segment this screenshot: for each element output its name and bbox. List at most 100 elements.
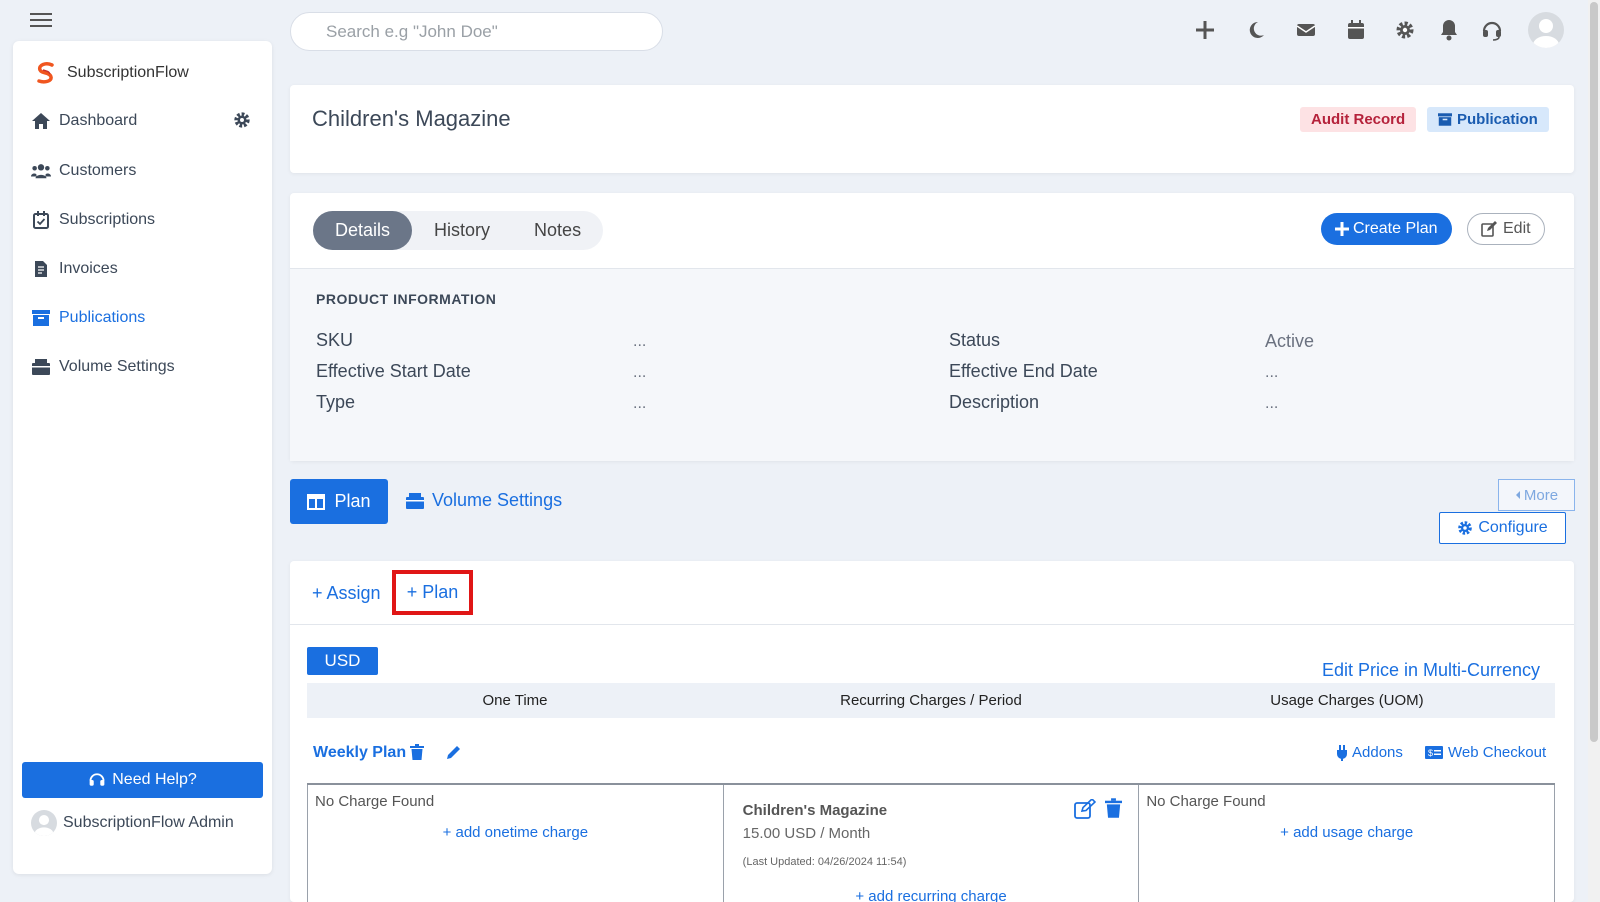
pencil-icon[interactable] bbox=[443, 741, 465, 763]
column-header-one-time: One Time bbox=[482, 692, 548, 709]
add-plan-link[interactable]: + Plan bbox=[392, 570, 473, 615]
field-value-sku: ... bbox=[633, 333, 647, 350]
web-checkout-link[interactable]: $ Web Checkout bbox=[1425, 744, 1546, 761]
field-label-description: Description bbox=[949, 392, 1040, 412]
add-usage-charge-link[interactable]: + add usage charge bbox=[1139, 824, 1554, 841]
brand-name: SubscriptionFlow bbox=[67, 64, 189, 81]
field-label-effective-start-date: Effective Start Date bbox=[316, 361, 471, 381]
sidebar-item-publications[interactable]: Publications bbox=[31, 303, 256, 333]
charge-last-updated: (Last Updated: 04/26/2024 11:54) bbox=[742, 856, 907, 868]
avatar bbox=[31, 810, 57, 836]
web-checkout-label: Web Checkout bbox=[1448, 744, 1547, 761]
create-plan-label: Create Plan bbox=[1353, 220, 1438, 237]
caret-left-icon bbox=[1515, 490, 1521, 500]
configure-label: Configure bbox=[1478, 519, 1548, 536]
plans-card: + Assign + Plan USD Edit Price in Multi-… bbox=[290, 561, 1574, 902]
field-value-effective-start-date: ... bbox=[633, 364, 647, 381]
tab-details[interactable]: Details bbox=[313, 211, 413, 250]
field-label-sku: SKU bbox=[316, 330, 354, 350]
divider bbox=[290, 624, 1574, 625]
page-title: Children's Magazine bbox=[312, 106, 511, 131]
sidebar-item-subscriptions[interactable]: Subscriptions bbox=[31, 205, 256, 235]
sidebar-item-invoices[interactable]: Invoices bbox=[31, 254, 256, 284]
plan-tab-label: Plan bbox=[334, 491, 371, 511]
addons-label: Addons bbox=[1352, 744, 1403, 761]
edit-label: Edit bbox=[1503, 220, 1531, 237]
plan-tab-button[interactable]: Plan bbox=[290, 479, 388, 524]
sidebar-item-label: Volume Settings bbox=[59, 358, 175, 375]
scrollbar-thumb[interactable] bbox=[1590, 2, 1598, 742]
sidebar-item-volume-settings[interactable]: Volume Settings bbox=[31, 352, 256, 382]
bell-icon[interactable] bbox=[1437, 18, 1461, 42]
sidebar-item-label: Customers bbox=[59, 162, 137, 179]
add-plan-label: + Plan bbox=[406, 582, 459, 602]
edit-button[interactable]: Edit bbox=[1467, 213, 1545, 245]
publication-badge[interactable]: Publication bbox=[1427, 107, 1549, 132]
gear-icon[interactable] bbox=[1393, 18, 1417, 42]
sidebar-item-label: Invoices bbox=[59, 260, 118, 277]
field-label-effective-end-date: Effective End Date bbox=[949, 361, 1098, 381]
edit-icon bbox=[1481, 221, 1497, 237]
calendar-check-icon bbox=[31, 210, 51, 230]
sidebar-item-label: Publications bbox=[59, 309, 146, 326]
edit-charge-icon[interactable] bbox=[1073, 799, 1096, 819]
headset-icon[interactable] bbox=[1480, 18, 1504, 42]
configure-button[interactable]: Configure bbox=[1439, 512, 1566, 544]
audit-record-badge[interactable]: Audit Record bbox=[1300, 107, 1417, 132]
box-icon bbox=[406, 492, 424, 509]
users-icon bbox=[31, 161, 51, 181]
plug-icon bbox=[1337, 744, 1347, 761]
details-card: Details History Notes Create Plan Edit P… bbox=[290, 193, 1574, 461]
mail-icon[interactable] bbox=[1294, 18, 1318, 42]
tab-notes[interactable]: Notes bbox=[512, 211, 603, 250]
brand[interactable]: SubscriptionFlow bbox=[33, 61, 189, 85]
sidebar-item-label: Subscriptions bbox=[59, 211, 156, 228]
calendar-icon[interactable] bbox=[1344, 18, 1368, 42]
tab-history[interactable]: History bbox=[412, 211, 512, 250]
charges-table-header: One Time Recurring Charges / Period Usag… bbox=[307, 683, 1555, 718]
menu-toggle-icon[interactable] bbox=[28, 10, 54, 30]
archive-icon bbox=[1438, 113, 1452, 126]
sidebar-item-dashboard[interactable]: Dashboard bbox=[31, 106, 256, 136]
need-help-button[interactable]: Need Help? bbox=[22, 762, 263, 798]
delete-charge-icon[interactable] bbox=[1104, 798, 1122, 818]
field-label-status: Status bbox=[949, 330, 1001, 350]
usage-charges-cell: No Charge Found + add usage charge bbox=[1138, 785, 1556, 902]
field-value-status: Active bbox=[1265, 331, 1315, 351]
plus-icon bbox=[1335, 222, 1349, 236]
volume-settings-tab[interactable]: Volume Settings bbox=[406, 490, 562, 511]
svg-text:$: $ bbox=[1428, 748, 1433, 758]
need-help-label: Need Help? bbox=[112, 771, 197, 788]
user-profile[interactable]: SubscriptionFlow Admin bbox=[31, 810, 234, 836]
badge-label: Publication bbox=[1457, 111, 1538, 128]
home-icon bbox=[31, 111, 51, 131]
plan-name-link[interactable]: Weekly Plan bbox=[313, 744, 406, 762]
money-check-icon: $ bbox=[1425, 746, 1443, 759]
trash-icon[interactable] bbox=[406, 741, 428, 763]
sidebar-item-customers[interactable]: Customers bbox=[31, 156, 256, 186]
archive-icon bbox=[31, 308, 51, 328]
plus-icon[interactable] bbox=[1193, 18, 1217, 42]
edit-multi-currency-link[interactable]: Edit Price in Multi-Currency bbox=[1322, 660, 1540, 681]
field-value-type: ... bbox=[633, 395, 647, 412]
add-onetime-charge-link[interactable]: + add onetime charge bbox=[308, 824, 723, 841]
assign-link[interactable]: + Assign bbox=[312, 583, 381, 604]
currency-badge[interactable]: USD bbox=[307, 647, 378, 675]
field-value-description: ... bbox=[1265, 395, 1279, 412]
field-value-effective-end-date: ... bbox=[1265, 364, 1279, 381]
no-charge-text: No Charge Found bbox=[1146, 793, 1266, 810]
search-input[interactable] bbox=[290, 12, 663, 51]
badge-label: Audit Record bbox=[1311, 111, 1406, 128]
more-button[interactable]: More bbox=[1498, 479, 1575, 511]
add-recurring-charge-link[interactable]: + add recurring charge bbox=[724, 888, 1139, 902]
section-title: PRODUCT INFORMATION bbox=[316, 291, 497, 307]
recurring-charges-cell: Children's Magazine 15.00 USD / Month (L… bbox=[722, 785, 1139, 902]
columns-icon bbox=[307, 493, 326, 510]
addons-link[interactable]: Addons bbox=[1337, 744, 1403, 761]
tab-bar: Details History Notes bbox=[313, 211, 604, 250]
dashboard-settings-gear-icon[interactable] bbox=[233, 111, 251, 129]
user-avatar[interactable] bbox=[1528, 12, 1564, 48]
create-plan-button[interactable]: Create Plan bbox=[1321, 213, 1452, 245]
invoice-icon bbox=[31, 259, 51, 279]
moon-icon[interactable] bbox=[1244, 18, 1268, 42]
